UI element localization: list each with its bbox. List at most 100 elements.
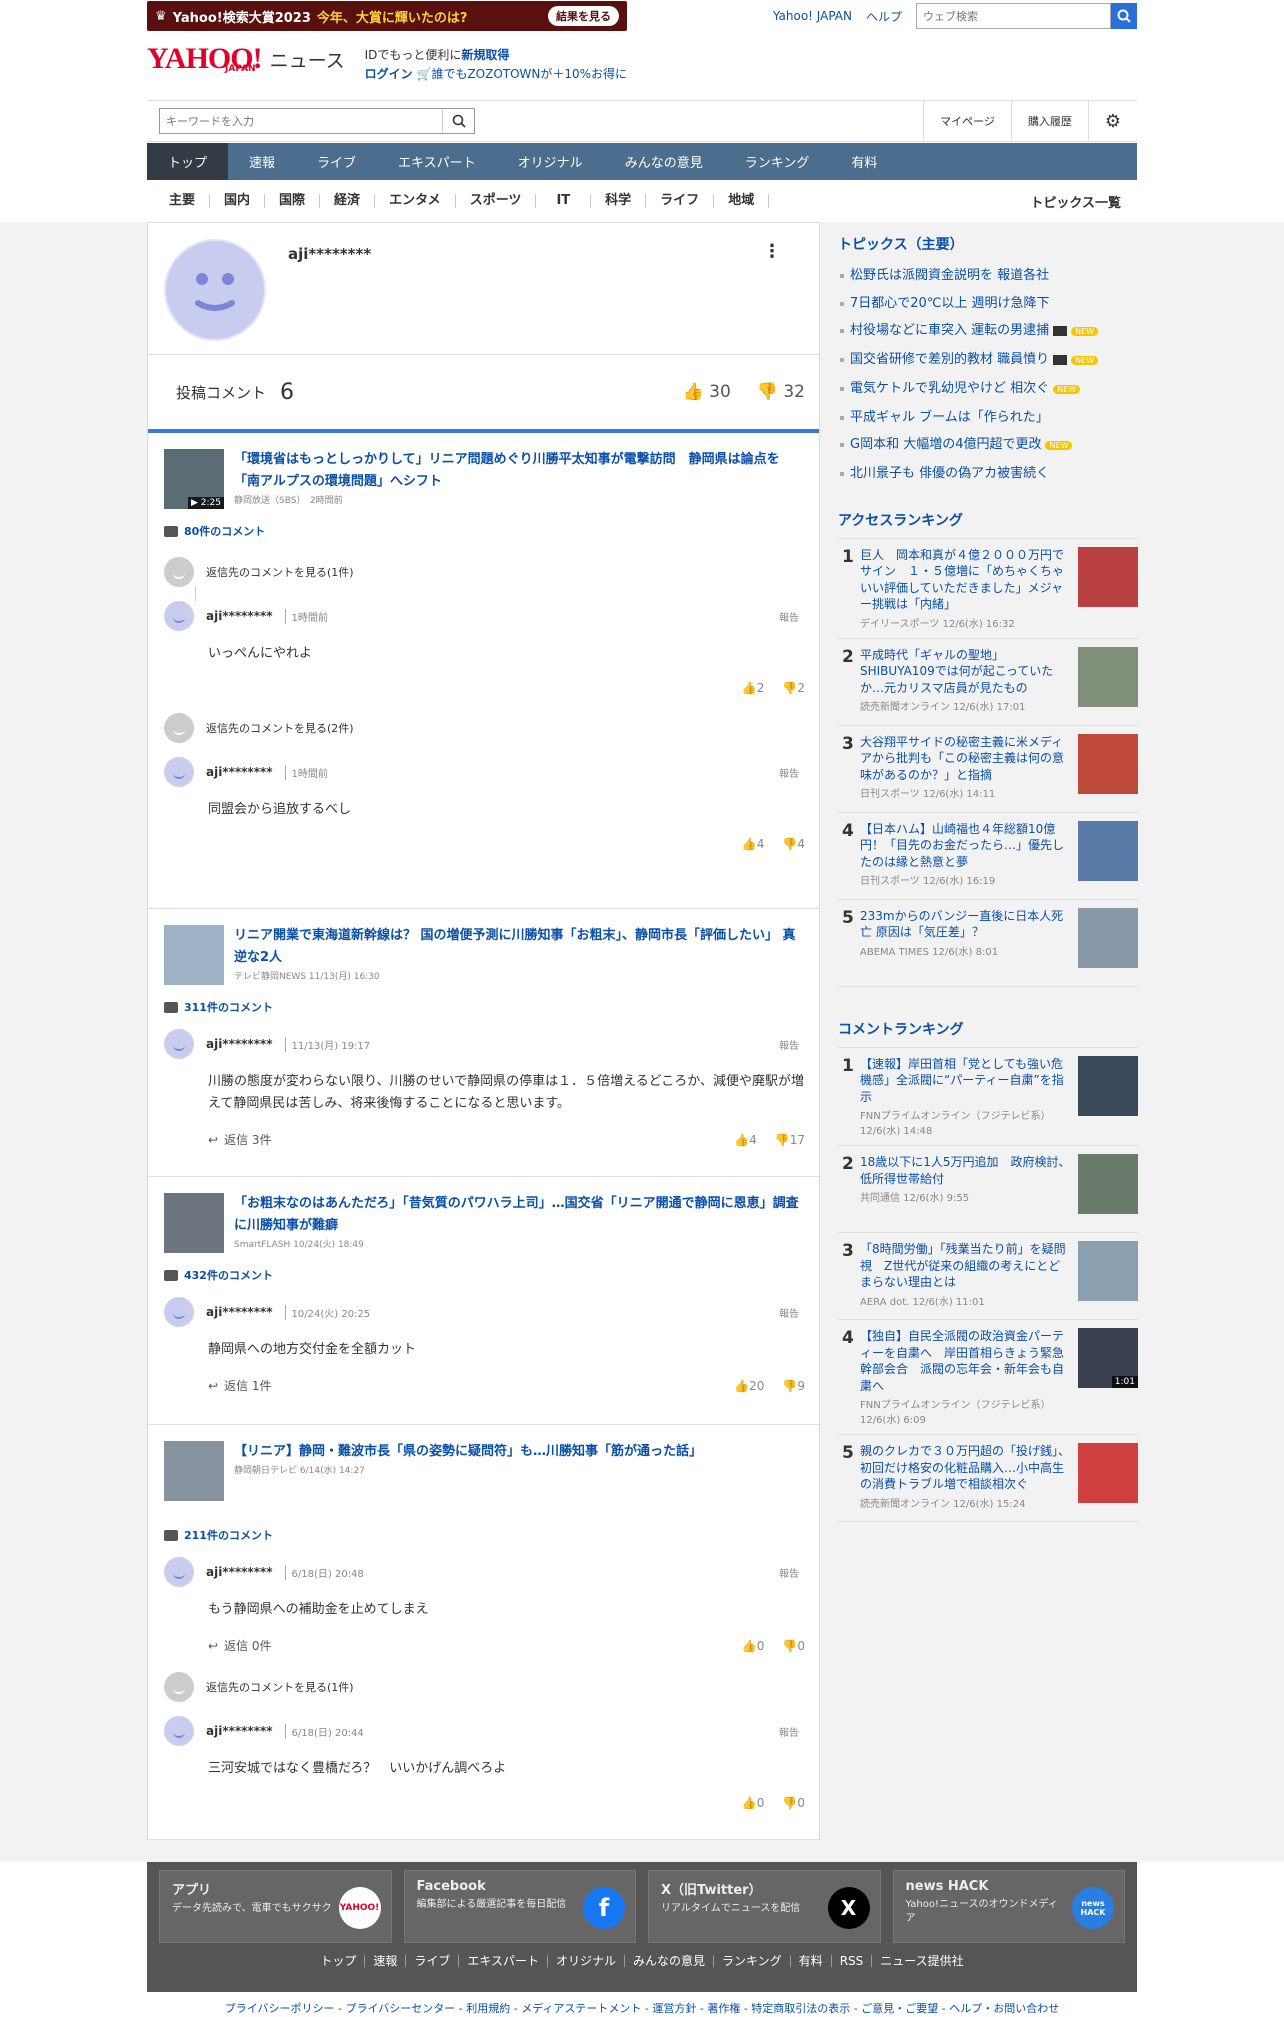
web-search-button[interactable]: [1111, 3, 1137, 29]
footer-link[interactable]: みんなの意見: [625, 1955, 715, 1967]
register-link[interactable]: 新規取得: [461, 48, 509, 62]
replies-link[interactable]: ↩ 返信 1件: [208, 1377, 272, 1394]
replies-link[interactable]: ↩ 返信 3件: [208, 1131, 272, 1148]
topic-item[interactable]: G岡本和 大幅増の4億円超で更改 NEW: [838, 431, 1138, 460]
more-options-icon[interactable]: ⋮: [763, 241, 781, 262]
footer-link[interactable]: エキスパート: [459, 1955, 548, 1967]
comment-user[interactable]: aji********: [206, 1037, 273, 1051]
topic-main[interactable]: 主要: [147, 194, 211, 208]
yahoo-japan-link[interactable]: Yahoo! JAPAN: [773, 9, 852, 23]
rank-title[interactable]: 親のクレカで３０万円超の「投げ銭」、初回だけ格安の化粧品購入…小中高生の消費トラ…: [860, 1443, 1072, 1493]
ranking-item[interactable]: 4 【独自】自民全派閥の政治資金パーティーを自粛へ 岸田首相らきょう緊急幹部会合 …: [838, 1320, 1138, 1436]
search-award-banner[interactable]: ♛ Yahoo!検索大賞2023 今年、大賞に輝いたのは? 結果を見る: [147, 1, 627, 31]
purchase-history-link[interactable]: 購入履歴: [1010, 101, 1088, 141]
like-button[interactable]: 👍0: [742, 1796, 765, 1810]
footer-link[interactable]: ランキング: [714, 1955, 791, 1967]
article-link[interactable]: 【リニア】静岡・難波市長「県の姿勢に疑問符」も…川勝知事「筋が通った話」 静岡朝日…: [164, 1441, 805, 1501]
article-title[interactable]: 「お粗末なのはあんただろ」「昔気質のパワハラ上司」…国交省「リニア開通で静岡に恩…: [234, 1193, 805, 1237]
ranking-item[interactable]: 2 平成時代「ギャルの聖地」SHIBUYA109では何が起こっていたか…元カリスマ…: [838, 639, 1138, 726]
dislike-button[interactable]: 👎4: [782, 837, 805, 851]
footer-link[interactable]: 速報: [365, 1955, 407, 1967]
footer-link[interactable]: トップ: [312, 1955, 366, 1967]
like-button[interactable]: 👍2: [742, 681, 765, 695]
rank-title[interactable]: 大谷翔平サイドの秘密主義に米メディアから批判も「この秘密主義は何の意味があるのか…: [860, 734, 1072, 784]
report-link[interactable]: 報告: [779, 765, 799, 780]
rank-title[interactable]: 巨人 岡本和真が４億２０００万円でサイン １・５億増に「めちゃくちゃいい評価して…: [860, 547, 1072, 613]
topic-domestic[interactable]: 国内: [210, 194, 266, 208]
topic-text[interactable]: 国交省研修で差別的教材 職員憤り: [850, 352, 1049, 367]
login-link[interactable]: ログイン: [365, 67, 413, 81]
promo-button[interactable]: 結果を見る: [548, 6, 619, 26]
topic-text[interactable]: 松野氏は派閥資金説明を 報道各社: [850, 268, 1049, 283]
yahoo-news-logo[interactable]: YAHOO! JAPAN ニュース: [147, 44, 345, 75]
topic-item[interactable]: 7日都心で20℃以上 週明け急降下: [838, 290, 1138, 318]
footer-link[interactable]: ニュース提供社: [872, 1955, 971, 1967]
rank-title[interactable]: 平成時代「ギャルの聖地」SHIBUYA109では何が起こっていたか…元カリスマ店…: [860, 647, 1072, 697]
mypage-link[interactable]: マイページ: [923, 101, 1011, 141]
article-title[interactable]: 【リニア】静岡・難波市長「県の姿勢に疑問符」も…川勝知事「筋が通った話」: [234, 1441, 702, 1463]
article-comment-count[interactable]: 80件のコメント: [164, 523, 805, 539]
nav-opinion[interactable]: みんなの意見: [604, 143, 724, 180]
rank-title[interactable]: 「8時間労働」「残業当たり前」を疑問視 Z世代が従来の組織の考えにとどまらない理…: [860, 1241, 1072, 1291]
comment-user[interactable]: aji********: [206, 1565, 273, 1579]
topic-text[interactable]: 平成ギャル ブームは「作られた」: [850, 410, 1049, 425]
article-title[interactable]: 「環境省はもっとしっかりして」リニア問題めぐり川勝平太知事が電撃訪問 静岡県は論…: [234, 449, 805, 493]
article-comment-count[interactable]: 311件のコメント: [164, 999, 805, 1015]
rank-title[interactable]: 【日本ハム】山崎福也４年総額10億円！「目先のお金だったら…」優先したのは縁と熱…: [860, 821, 1072, 871]
ranking-item[interactable]: 1 【速報】岸田首相「党としても強い危機感」全派閥に“パーティー自粛”を指示 FNN…: [838, 1048, 1138, 1147]
like-button[interactable]: 👍4: [734, 1133, 757, 1147]
nav-breaking[interactable]: 速報: [228, 143, 296, 180]
footer-link[interactable]: 有料: [791, 1955, 832, 1967]
topic-sports[interactable]: スポーツ: [456, 194, 537, 208]
dislike-button[interactable]: 👎9: [782, 1379, 805, 1393]
topic-world[interactable]: 国際: [265, 194, 321, 208]
nav-top[interactable]: トップ: [147, 143, 229, 180]
ranking-item[interactable]: 3 「8時間労働」「残業当たり前」を疑問視 Z世代が従来の組織の考えにとどまらない…: [838, 1233, 1138, 1321]
settings-button[interactable]: ⚙: [1087, 101, 1137, 141]
topic-item[interactable]: 北川景子も 俳優の偽アカ被害続く: [838, 460, 1138, 488]
topic-science[interactable]: 科学: [591, 194, 647, 208]
comment-user[interactable]: aji********: [206, 1305, 273, 1319]
report-link[interactable]: 報告: [779, 1565, 799, 1580]
ranking-item[interactable]: 5 233mからのバンジー直後に日本人死亡 原因は「気圧差」？ ABEMA TIME…: [838, 900, 1138, 987]
topic-economy[interactable]: 経済: [320, 194, 376, 208]
like-button[interactable]: 👍20: [734, 1379, 764, 1393]
like-button[interactable]: 👍0: [742, 1639, 765, 1653]
topic-item[interactable]: 電気ケトルで乳幼児やけど 相次ぐ NEW: [838, 375, 1138, 404]
article-link[interactable]: 「お粗末なのはあんただろ」「昔気質のパワハラ上司」…国交省「リニア開通で静岡に恩…: [164, 1193, 805, 1253]
legal-links[interactable]: プライバシーポリシー - プライバシーセンター - 利用規約 - メディアステー…: [0, 2000, 1284, 2016]
access-ranking-heading[interactable]: アクセスランキング: [838, 498, 1138, 539]
topic-local[interactable]: 地域: [714, 194, 770, 208]
app-promo[interactable]: アプリ データ先読みで、電車でもサクサク YAHOO!: [159, 1870, 392, 1943]
article-link[interactable]: ▶ 2:25 「環境省はもっとしっかりして」リニア問題めぐり川勝平太知事が電撃訪…: [164, 449, 805, 509]
nav-paid[interactable]: 有料: [830, 143, 898, 180]
topic-text[interactable]: 村役場などに車突入 運転の男逮捕: [850, 323, 1049, 338]
topics-heading[interactable]: トピックス（主要）: [838, 222, 1138, 262]
ranking-item[interactable]: 5 親のクレカで３０万円超の「投げ銭」、初回だけ格安の化粧品購入…小中高生の消費ト…: [838, 1435, 1138, 1523]
comment-user[interactable]: aji********: [206, 765, 273, 779]
nav-expert[interactable]: エキスパート: [377, 143, 497, 180]
dislike-button[interactable]: 👎17: [775, 1133, 805, 1147]
ranking-item[interactable]: 2 18歳以下に1人5万円追加 政府検討、低所得世帯給付 共同通信 12/6(水) …: [838, 1146, 1138, 1234]
like-button[interactable]: 👍4: [742, 837, 765, 851]
topics-list-link[interactable]: トピックス一覧: [1030, 192, 1121, 211]
topic-item[interactable]: 国交省研修で差別的教材 職員憤り NEW: [838, 346, 1138, 375]
report-link[interactable]: 報告: [779, 1724, 799, 1739]
dislike-button[interactable]: 👎2: [782, 681, 805, 695]
comment-user[interactable]: aji********: [206, 1724, 273, 1738]
report-link[interactable]: 報告: [779, 609, 799, 624]
dislike-button[interactable]: 👎0: [782, 1639, 805, 1653]
rank-title[interactable]: 【速報】岸田首相「党としても強い危機感」全派閥に“パーティー自粛”を指示: [860, 1056, 1072, 1106]
replies-link[interactable]: ↩ 返信 0件: [208, 1637, 272, 1654]
rank-title[interactable]: 233mからのバンジー直後に日本人死亡 原因は「気圧差」？: [860, 908, 1072, 941]
footer-link[interactable]: オリジナル: [548, 1955, 626, 1967]
report-link[interactable]: 報告: [779, 1305, 799, 1320]
comment-user[interactable]: aji********: [206, 609, 273, 623]
footer-link[interactable]: RSS: [832, 1955, 873, 1967]
report-link[interactable]: 報告: [779, 1037, 799, 1052]
facebook-promo[interactable]: Facebook 編集部による厳選記事を毎日配信 f: [403, 1870, 636, 1943]
help-link[interactable]: ヘルプ: [866, 8, 902, 25]
nav-ranking[interactable]: ランキング: [724, 143, 831, 180]
web-search-input[interactable]: [916, 3, 1111, 29]
view-parent-comment[interactable]: 返信先のコメントを見る(1件): [164, 557, 805, 587]
